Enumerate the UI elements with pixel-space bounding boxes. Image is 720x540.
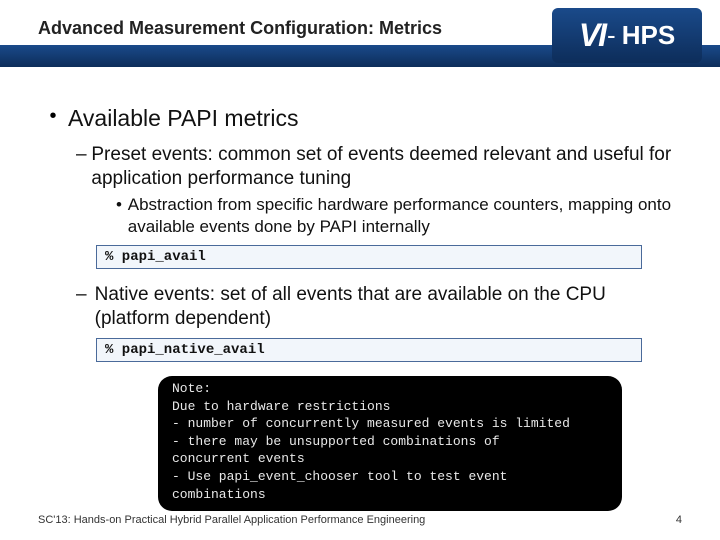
bullet-level2: – Native events: set of all events that …	[76, 283, 682, 331]
bullet-dash-icon: –	[76, 143, 91, 191]
bullet-dot-icon: •	[116, 194, 128, 237]
slide-content: • Available PAPI metrics – Preset events…	[0, 70, 720, 511]
note-line: Due to hardware restrictions	[172, 398, 608, 416]
bullet-level1: • Available PAPI metrics	[38, 104, 682, 133]
code-box-papi-native-avail: % papi_native_avail	[96, 338, 642, 362]
footer-left: SC'13: Hands-on Practical Hybrid Paralle…	[38, 514, 425, 526]
bullet-text: Preset events: common set of events deem…	[91, 143, 682, 191]
note-line: - Use papi_event_chooser tool to test ev…	[172, 468, 608, 486]
bullet-level2: – Preset events: common set of events de…	[76, 143, 682, 191]
bullet-level3: • Abstraction from specific hardware per…	[116, 194, 682, 237]
bullet-text: Abstraction from specific hardware perfo…	[128, 194, 682, 237]
logo-dash: -	[607, 20, 616, 51]
bullet-dash-icon: –	[76, 283, 95, 331]
vihps-logo: VI - HPS	[552, 8, 702, 63]
slide-title: Advanced Measurement Configuration: Metr…	[38, 18, 442, 39]
code-box-papi-avail: % papi_avail	[96, 245, 642, 269]
slide-footer: SC'13: Hands-on Practical Hybrid Paralle…	[38, 514, 682, 526]
bullet-text: Native events: set of all events that ar…	[95, 283, 682, 331]
note-line: Note:	[172, 380, 608, 398]
logo-hps: HPS	[622, 20, 675, 51]
page-number: 4	[676, 514, 682, 526]
slide-header: Advanced Measurement Configuration: Metr…	[0, 0, 720, 70]
logo-vi: VI	[579, 17, 605, 54]
bullet-text: Available PAPI metrics	[68, 104, 299, 133]
note-line: - number of concurrently measured events…	[172, 415, 608, 433]
note-line: - there may be unsupported combinations …	[172, 433, 608, 451]
note-box: Note: Due to hardware restrictions - num…	[158, 376, 622, 511]
bullet-dot-icon: •	[38, 104, 68, 133]
note-line: combinations	[172, 486, 608, 504]
note-line: concurrent events	[172, 450, 608, 468]
